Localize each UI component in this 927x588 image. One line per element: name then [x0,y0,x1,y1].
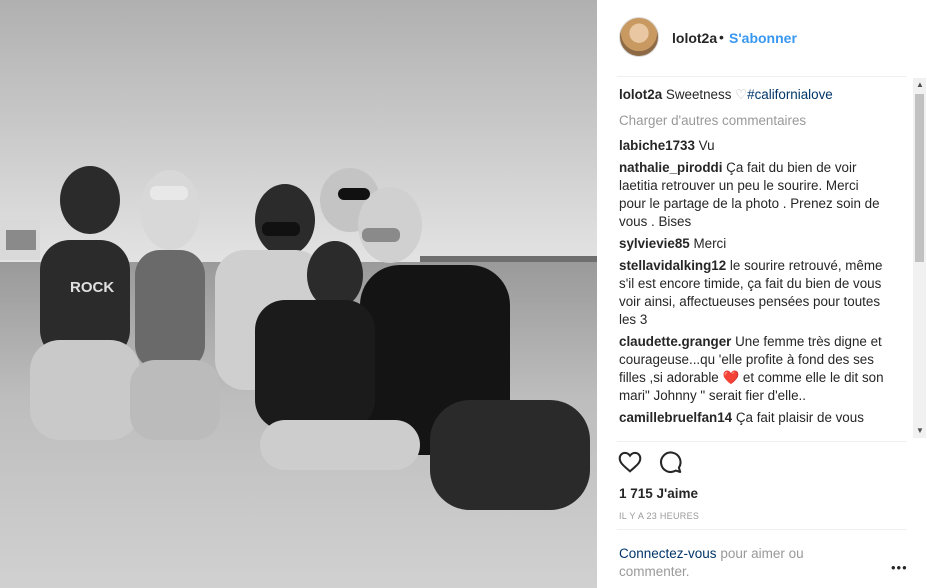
header-divider [617,76,906,77]
comment-item: stellavidalking12 le sourire retrouvé, m… [619,257,889,329]
scroll-up-arrow-icon[interactable]: ▲ [916,80,924,89]
comment-item: claudette.granger Une femme très digne e… [619,333,889,405]
comment-bubble-icon[interactable] [657,449,685,477]
comment-item: nathalie_piroddi Ça fait du bien de voir… [619,159,889,231]
comment-text: Merci [693,236,727,251]
follow-button[interactable]: S'abonner [729,30,797,46]
red-heart-emoji: ❤️ [722,370,740,385]
comment-username[interactable]: claudette.granger [619,334,731,349]
likes-count[interactable]: 1 715 J'aime [619,486,698,501]
comment-item: sylvievie85 Merci [619,235,889,253]
avatar[interactable] [619,17,659,57]
comment-text: Vu [698,138,715,153]
beach-photo-illustration: ROCK [0,0,597,588]
caption-emoji: ♡ [735,87,748,102]
heart-outline-icon[interactable] [617,449,645,477]
comment-item: labiche1733 Vu [619,137,889,155]
comment-username[interactable]: stellavidalking12 [619,258,726,273]
post-side-panel: lolot2a • S'abonner lolot2a Sweetness ♡#… [597,0,927,588]
scrollbar-thumb[interactable] [915,94,924,262]
post-header: lolot2a • S'abonner [597,0,927,76]
separator-dot: • [719,29,724,45]
author-username[interactable]: lolot2a [672,30,717,46]
actions-divider [617,441,906,442]
caption-text: Sweetness [665,87,736,102]
comment-username[interactable]: camillebruelfan14 [619,410,732,425]
post-timestamp[interactable]: IL Y A 23 HEURES [619,511,699,521]
post-photo[interactable]: ROCK [0,0,597,588]
footer-divider [617,529,906,530]
load-more-comments-button[interactable]: Charger d'autres commentaires [619,112,889,130]
comments-scrollbar[interactable]: ▲ ▼ [913,78,926,438]
more-options-icon[interactable]: ••• [891,560,908,575]
comments-list[interactable]: lolot2a Sweetness ♡#californialove Charg… [619,86,889,438]
svg-text:ROCK: ROCK [70,279,114,296]
comment-username[interactable]: sylvievie85 [619,236,690,251]
login-link[interactable]: Connectez-vous [619,546,717,561]
caption: lolot2a Sweetness ♡#californialove [619,86,889,104]
caption-username[interactable]: lolot2a [619,87,662,102]
comment-username[interactable]: labiche1733 [619,138,695,153]
caption-hashtag[interactable]: #californialove [747,87,833,102]
comment-username[interactable]: nathalie_piroddi [619,160,722,175]
comment-item: camillebruelfan14 Ça fait plaisir de vou… [619,409,889,427]
comment-text: Ça fait plaisir de vous [735,410,864,425]
login-prompt: Connectez-vous pour aimer ou commenter. [619,545,859,581]
scroll-down-arrow-icon[interactable]: ▼ [916,426,924,435]
